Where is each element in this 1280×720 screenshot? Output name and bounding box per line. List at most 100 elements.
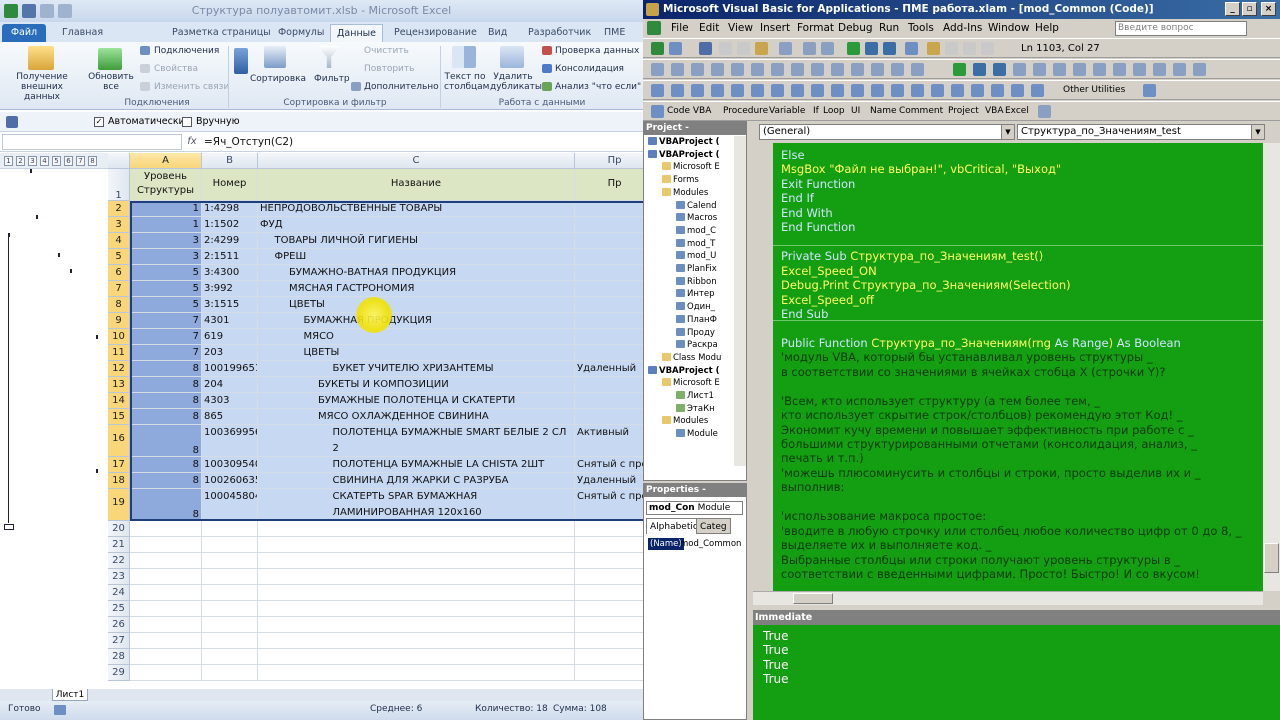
- outline-level-button[interactable]: 6: [64, 156, 73, 166]
- empty-cell[interactable]: [258, 665, 575, 681]
- code-line[interactable]: в соответствии со значениями в ячейках с…: [781, 365, 1165, 379]
- tab-file[interactable]: Файл: [2, 24, 46, 42]
- column-header[interactable]: B: [202, 153, 258, 169]
- level-cell[interactable]: 3: [130, 249, 202, 265]
- uncomment-block-icon[interactable]: [831, 63, 844, 76]
- tab-review[interactable]: Рецензирование: [388, 24, 483, 42]
- toolbar-tool-icon[interactable]: [891, 84, 904, 97]
- number-cell[interactable]: 619: [202, 329, 258, 345]
- tree-node[interactable]: VBAProject (: [648, 149, 720, 161]
- toolbox-icon[interactable]: [981, 42, 994, 55]
- row-header[interactable]: 29: [108, 665, 130, 681]
- code-line[interactable]: 'модуль VBA, который бы устанавливал уро…: [781, 350, 1153, 364]
- formula-input[interactable]: =Яч_Отступ(C2): [204, 134, 293, 150]
- code-line[interactable]: Public Function Структура_по_Значениям(r…: [781, 336, 1181, 350]
- name-cell[interactable]: ТОВАРЫ ЛИЧНОЙ ГИГИЕНЫ: [258, 233, 575, 249]
- codevba-project[interactable]: Project: [948, 106, 979, 116]
- empty-cell[interactable]: [202, 569, 258, 585]
- number-cell[interactable]: 1:1502: [202, 217, 258, 233]
- level-cell[interactable]: 8: [130, 393, 202, 409]
- row-header[interactable]: 11: [108, 345, 130, 361]
- empty-cell[interactable]: [575, 521, 643, 537]
- empty-cell[interactable]: [202, 585, 258, 601]
- tree-node[interactable]: ЭтаКн: [676, 403, 715, 415]
- empty-cell[interactable]: [202, 521, 258, 537]
- tree-node[interactable]: Интер: [676, 288, 715, 300]
- code-line[interactable]: соответствии с введенными цифрами. Прост…: [781, 567, 1200, 581]
- project-explorer-icon[interactable]: [927, 42, 940, 55]
- tree-node[interactable]: Module: [676, 428, 718, 440]
- codevba-vba[interactable]: VBA: [985, 106, 1004, 116]
- tree-node[interactable]: Ribbon: [676, 276, 717, 288]
- name-cell[interactable]: БУМАЖНО-ВАТНАЯ ПРОДУКЦИЯ: [258, 265, 575, 281]
- column-header[interactable]: Пр: [575, 153, 643, 169]
- restore-icon[interactable]: ▫: [1242, 2, 1257, 16]
- empty-cell[interactable]: [575, 569, 643, 585]
- toolbar-option-icon[interactable]: [1173, 63, 1186, 76]
- name-cell[interactable]: БУМАЖНАЯ ПРОДУКЦИЯ: [258, 313, 575, 329]
- status-cell[interactable]: [575, 281, 643, 297]
- fx-button[interactable]: fx: [182, 134, 202, 150]
- row-header[interactable]: 8: [108, 297, 130, 313]
- toolbar-tool-icon[interactable]: [751, 84, 764, 97]
- tree-node[interactable]: VBAProject (: [648, 365, 720, 377]
- tree-node[interactable]: Class Modu: [662, 352, 721, 364]
- code-line[interactable]: кто использует скрытие строк/столбцов) р…: [781, 408, 1182, 422]
- code-line[interactable]: 'использование макроса простое:: [781, 509, 986, 523]
- empty-cell[interactable]: [130, 553, 202, 569]
- quick-watch-icon[interactable]: [1093, 63, 1106, 76]
- status-cell[interactable]: [575, 393, 643, 409]
- status-cell[interactable]: [575, 265, 643, 281]
- row-header[interactable]: 18: [108, 473, 130, 489]
- tree-node[interactable]: Forms: [662, 174, 699, 186]
- menu-view[interactable]: View: [728, 21, 753, 36]
- list-properties-icon[interactable]: [691, 63, 704, 76]
- immediate-window[interactable]: Immediate True True True True: [753, 610, 1280, 720]
- name-cell[interactable]: БУКЕТ УЧИТЕЛЮ ХРИЗАНТЕМЫ: [258, 361, 575, 377]
- number-cell[interactable]: 3:992: [202, 281, 258, 297]
- properties-button[interactable]: Свойства: [154, 64, 198, 74]
- tree-node[interactable]: mod_U: [676, 250, 716, 262]
- code-line[interactable]: Private Sub Структура_по_Значениям_test(…: [781, 249, 1043, 263]
- code-horizontal-scrollbar[interactable]: [753, 591, 1263, 605]
- row-header[interactable]: 4: [108, 233, 130, 249]
- column-header[interactable]: A: [130, 153, 202, 169]
- status-cell[interactable]: [575, 313, 643, 329]
- level-cell[interactable]: 8: [130, 377, 202, 393]
- tree-node[interactable]: mod_C: [676, 225, 716, 237]
- level-cell[interactable]: 8: [130, 489, 202, 521]
- empty-cell[interactable]: [258, 569, 575, 585]
- tab-data[interactable]: Данные: [330, 24, 384, 42]
- save-icon[interactable]: [699, 42, 712, 55]
- redo-icon[interactable]: [821, 42, 834, 55]
- code-line[interactable]: Debug.Print Структура_по_Значениям(Selec…: [781, 278, 1071, 292]
- clear-bookmarks-icon[interactable]: [911, 63, 924, 76]
- tab-view[interactable]: Вид: [482, 24, 513, 42]
- tree-node[interactable]: Проду: [676, 327, 715, 339]
- row-header[interactable]: 22: [108, 553, 130, 569]
- step-into-icon[interactable]: [953, 63, 966, 76]
- prev-bookmark-icon[interactable]: [891, 63, 904, 76]
- help-icon[interactable]: [1038, 105, 1051, 118]
- toolbar-tool-icon[interactable]: [731, 84, 744, 97]
- empty-cell[interactable]: [130, 665, 202, 681]
- status-cell[interactable]: [575, 201, 643, 217]
- code-line[interactable]: печать и т.п.): [781, 451, 864, 465]
- sort-az-icon[interactable]: [234, 48, 248, 74]
- outline-collapse-button[interactable]: [4, 524, 14, 530]
- status-cell[interactable]: Снятый с про: [575, 489, 643, 521]
- level-cell[interactable]: 5: [130, 265, 202, 281]
- name-cell[interactable]: СКАТЕРТЬ SPAR БУМАЖНАЯ ЛАМИНИРОВАННАЯ 120…: [258, 489, 575, 521]
- text-to-columns-button[interactable]: Текст по столбцам: [444, 72, 489, 92]
- empty-cell[interactable]: [130, 601, 202, 617]
- macro-record-icon[interactable]: [54, 705, 66, 715]
- row-header[interactable]: 5: [108, 249, 130, 265]
- status-cell[interactable]: [575, 233, 643, 249]
- sheet-tab-list1[interactable]: Лист1: [52, 689, 88, 701]
- row-header[interactable]: 24: [108, 585, 130, 601]
- level-cell[interactable]: 3: [130, 233, 202, 249]
- empty-cell[interactable]: [258, 633, 575, 649]
- menu-insert[interactable]: Insert: [760, 21, 790, 36]
- outline-level-button[interactable]: 5: [52, 156, 61, 166]
- empty-cell[interactable]: [575, 553, 643, 569]
